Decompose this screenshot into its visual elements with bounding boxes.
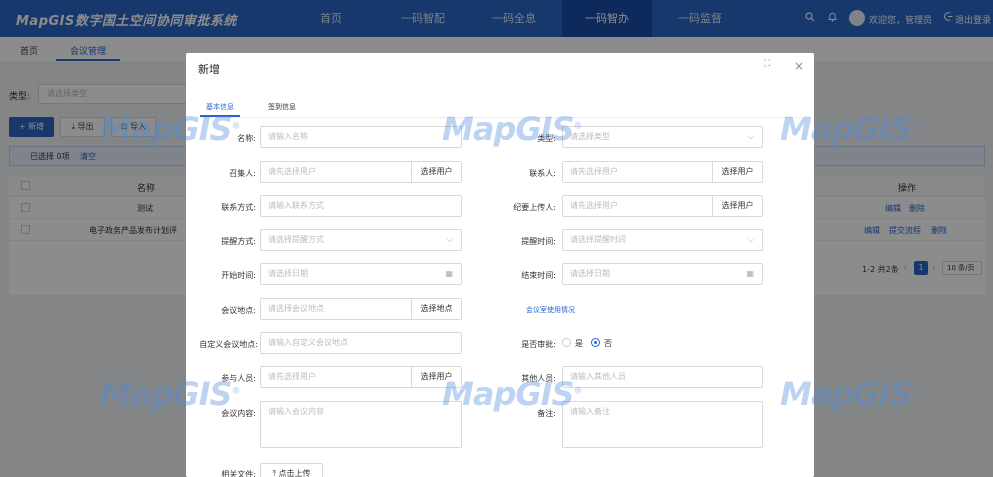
start-time-picker[interactable]: 请选择日期 ▦ [260,263,462,285]
name-input[interactable]: 请输入名称 [260,126,462,148]
remind-mode-label: 提醒方式: [221,237,256,246]
contact-select-user-button[interactable]: 选择用户 [712,161,763,183]
location-label: 会议地点: [221,306,256,315]
upload-button[interactable]: ⤒ 点击上传 [260,463,323,477]
chevron-down-icon: ⌵ [747,235,754,244]
custom-location-input[interactable]: 请输入自定义会议地点 [260,332,462,354]
type-label: 类型: [537,134,556,143]
phone-input[interactable]: 请输入联系方式 [260,195,462,217]
type-select[interactable]: 请选择类型 ⌵ [562,126,763,148]
uploader-label: 纪要上传人: [513,203,556,212]
dialog-title: 新增 [198,63,220,76]
remind-time-select[interactable]: 请选择提醒时间 ⌵ [562,229,763,251]
end-time-picker[interactable]: 请选择日期 ▦ [562,263,763,285]
phone-label: 联系方式: [221,203,256,212]
approval-yes-label: 是 [575,339,583,348]
location-input[interactable]: 请选择会议地点 [260,298,412,320]
participants-label: 参与人员: [221,374,256,383]
add-meeting-dialog: 新增 ⛶ × 基本信息 签到信息 名称: 请输入名称 类型: 请选择类型 ⌵ 召… [186,53,814,477]
others-label: 其他人员: [521,374,556,383]
select-location-button[interactable]: 选择地点 [411,298,462,320]
start-time-label: 开始时间: [221,271,256,280]
convener-label: 召集人: [229,169,256,178]
approval-no-label: 否 [604,339,612,348]
tab-basic-info[interactable]: 基本信息 [206,102,234,112]
upload-icon: ⤒ [272,469,276,477]
uploader-input[interactable]: 请先选择用户 [562,195,713,217]
upload-button-label: 点击上传 [278,469,311,477]
custom-location-label: 自定义会议地点: [199,340,258,349]
participants-select-user-button[interactable]: 选择用户 [411,366,462,388]
start-time-placeholder: 请选择日期 [268,269,308,278]
contact-label: 联系人: [529,169,556,178]
remind-time-label: 提醒时间: [521,237,556,246]
end-time-placeholder: 请选择日期 [570,269,610,278]
chevron-down-icon: ⌵ [747,132,754,141]
remark-textarea[interactable]: 请输入备注 [562,401,763,448]
remind-mode-placeholder: 请选择提醒方式 [268,235,324,244]
approval-label: 是否审批: [521,340,556,349]
approval-yes-radio[interactable] [562,338,571,347]
tab-sign-in-info[interactable]: 签到信息 [268,102,296,112]
convener-input[interactable]: 请先选择用户 [260,161,412,183]
room-usage-link[interactable]: 会议室使用情况 [526,305,575,315]
calendar-icon: ▦ [746,269,754,278]
content-textarea[interactable]: 请输入会议内容 [260,401,462,448]
convener-select-user-button[interactable]: 选择用户 [411,161,462,183]
files-label: 相关文件: [221,470,256,477]
remark-label: 备注: [537,409,556,418]
remind-mode-select[interactable]: 请选择提醒方式 ⌵ [260,229,462,251]
close-icon[interactable]: × [794,59,804,73]
content-label: 会议内容: [221,409,256,418]
contact-input[interactable]: 请先选择用户 [562,161,713,183]
tab-divider [198,117,802,118]
participants-input[interactable]: 请先选择用户 [260,366,412,388]
name-label: 名称: [237,134,256,143]
remind-time-placeholder: 请选择提醒时间 [570,235,626,244]
approval-no-radio[interactable] [591,338,600,347]
end-time-label: 结束时间: [521,271,556,280]
uploader-select-user-button[interactable]: 选择用户 [712,195,763,217]
type-select-placeholder: 请选择类型 [570,132,610,141]
radio-dot [594,341,597,344]
chevron-down-icon: ⌵ [446,235,453,244]
calendar-icon: ▦ [445,269,453,278]
others-input[interactable]: 请输入其他人员 [562,366,763,388]
expand-icon[interactable]: ⛶ [764,59,770,69]
